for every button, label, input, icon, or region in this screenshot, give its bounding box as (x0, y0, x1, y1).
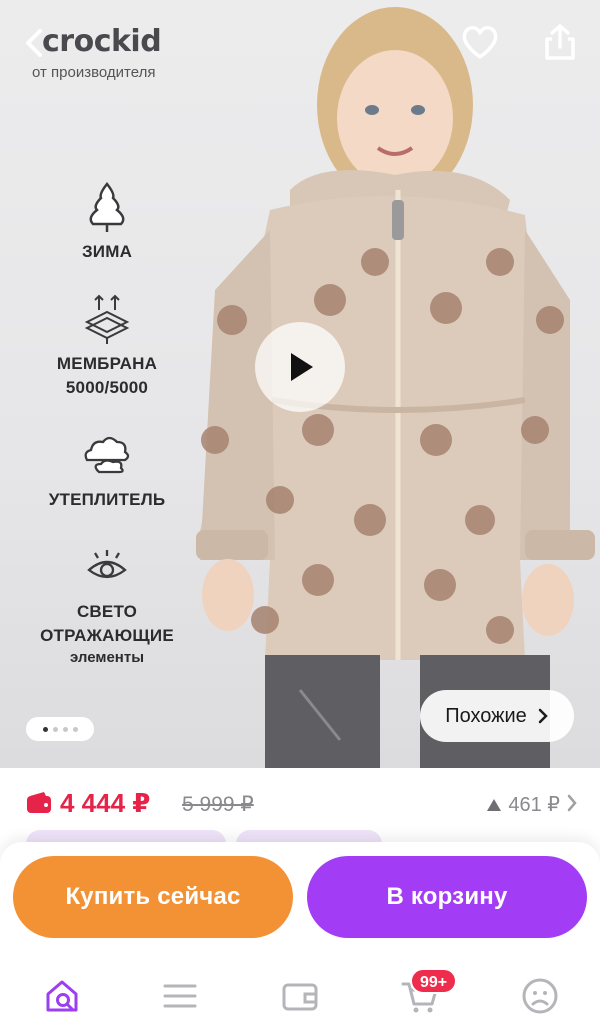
share-icon (545, 24, 575, 60)
tab-home-search[interactable] (38, 972, 86, 1020)
installment-price[interactable]: 461 ₽ (486, 792, 560, 817)
similar-products-button[interactable]: Похожие (420, 690, 574, 742)
feature-label: УТЕПЛИТЕЛЬ (48, 490, 166, 509)
tab-profile[interactable] (516, 972, 564, 1020)
brand-subtitle: от производителя (32, 64, 156, 81)
feature-reflective: СВЕТО ОТРАЖАЮЩИЕ элементы (18, 538, 196, 668)
price-row[interactable]: 4 444 ₽ 5 999 ₽ 461 ₽ (0, 768, 600, 850)
feature-label: МЕМБРАНА (56, 354, 158, 373)
product-gallery[interactable]: crockid от производителя ЗИМА МЕМБРАНА 5… (0, 0, 600, 768)
current-price: 4 444 ₽ (60, 788, 151, 818)
share-button[interactable] (540, 22, 580, 62)
feature-sub: элементы (69, 649, 145, 666)
cart-badge: 99+ (410, 968, 458, 994)
brand-logo: crockid (42, 24, 162, 59)
pagination-dot[interactable] (62, 726, 68, 732)
pagination-dot[interactable] (42, 726, 48, 732)
tab-bar: 99+ (0, 962, 600, 1029)
membrane-icon (84, 294, 130, 344)
play-icon (291, 353, 313, 381)
heart-icon (462, 26, 498, 59)
home-search-icon (46, 980, 78, 1012)
old-price: 5 999 ₽ (182, 793, 254, 816)
bottom-action-sheet: Купить сейчас В корзину 99+ (0, 842, 600, 1029)
feature-winter: ЗИМА (18, 178, 196, 264)
feature-label-2: 5000/5000 (65, 378, 149, 397)
feature-label: ЗИМА (81, 242, 133, 261)
feature-list: ЗИМА МЕМБРАНА 5000/5000 УТЕПЛИТЕЛЬ СВЕТО… (18, 178, 196, 694)
buy-now-button[interactable]: Купить сейчас (13, 856, 293, 938)
snow-tree-icon (89, 181, 125, 232)
tab-catalog[interactable] (156, 972, 204, 1020)
clouds-icon (84, 436, 130, 474)
eye-icon (87, 550, 127, 579)
feature-label-2: ОТРАЖАЮЩИЕ (40, 626, 174, 645)
similar-label: Похожие (445, 704, 527, 727)
wallet-icon (27, 792, 51, 813)
profile-icon (522, 978, 558, 1014)
menu-icon (163, 984, 197, 1008)
play-video-button[interactable] (255, 322, 345, 412)
installment-value: 461 ₽ (508, 794, 560, 816)
feature-label: СВЕТО (76, 602, 138, 621)
tab-wallet[interactable] (276, 972, 324, 1020)
triangle-up-icon (487, 798, 502, 811)
favorite-button[interactable] (460, 22, 500, 62)
add-to-cart-button[interactable]: В корзину (307, 856, 587, 938)
feature-insulation: УТЕПЛИТЕЛЬ (18, 426, 196, 512)
pagination-dot[interactable] (72, 726, 78, 732)
wallet-icon (282, 983, 318, 1011)
chevron-right-icon[interactable] (566, 794, 578, 812)
pagination-dot[interactable] (52, 726, 58, 732)
brand-block[interactable]: crockid от производителя (22, 24, 162, 81)
feature-membrane: МЕМБРАНА 5000/5000 (18, 290, 196, 400)
gallery-pagination[interactable] (26, 717, 94, 741)
chevron-right-icon (538, 708, 548, 724)
